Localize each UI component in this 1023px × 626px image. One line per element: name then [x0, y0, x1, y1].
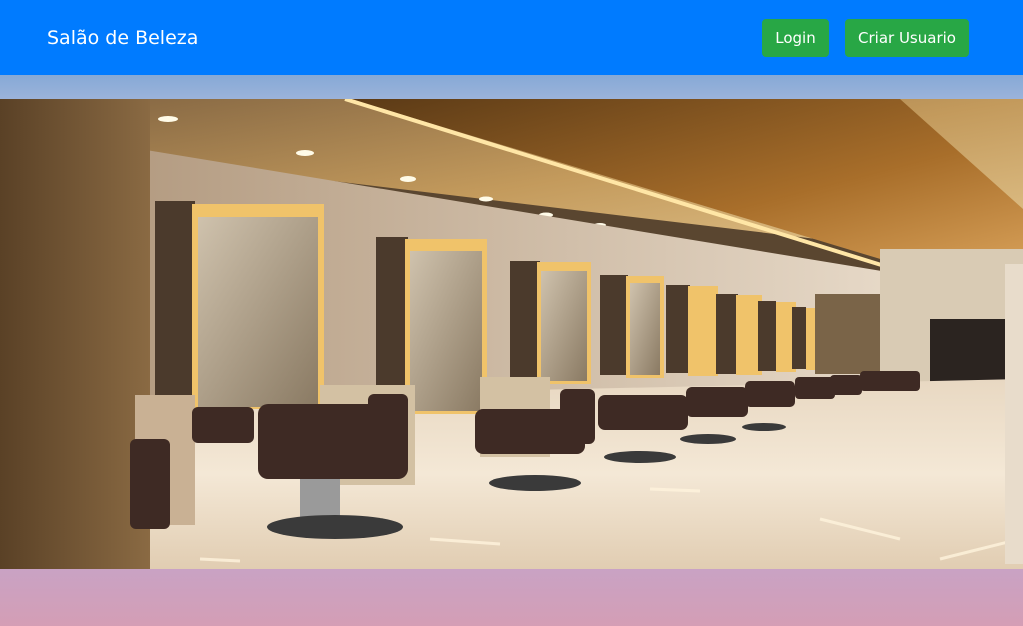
hero-image	[0, 99, 1023, 569]
bottom-band	[0, 569, 1023, 626]
top-navbar: Salão de Beleza Login Criar Usuario	[0, 0, 1023, 75]
hero-top-band	[0, 75, 1023, 99]
create-user-button[interactable]: Criar Usuario	[845, 19, 969, 57]
brand-title[interactable]: Salão de Beleza	[47, 25, 198, 51]
login-button[interactable]: Login	[762, 19, 829, 57]
salon-interior-photo	[0, 99, 1023, 569]
